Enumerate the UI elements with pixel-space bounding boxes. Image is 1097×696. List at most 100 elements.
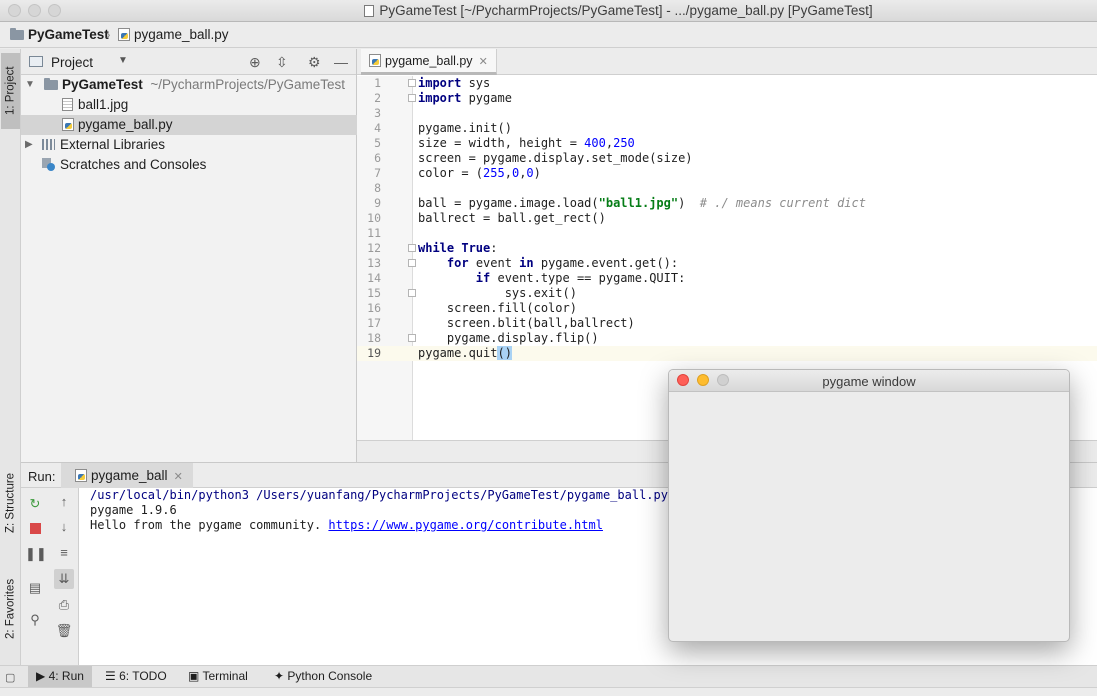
code-line[interactable]: 7 color = (255,0,0)	[357, 166, 1097, 181]
run-triangle-icon: ▶	[36, 669, 46, 683]
python-file-icon	[75, 469, 87, 482]
tree-item-ball1-jpg[interactable]: ball1.jpg	[21, 95, 357, 115]
bottom-tab-todo[interactable]: ☰ 6: TODO	[97, 666, 175, 687]
code-line[interactable]: 16 screen.fill(color)	[357, 301, 1097, 316]
scratches-icon	[42, 158, 55, 171]
expand-arrow-icon[interactable]: ▶	[25, 135, 33, 155]
favorites-tool-tab[interactable]: 2: Favorites	[1, 569, 20, 649]
fold-marker-icon[interactable]	[408, 289, 416, 297]
window-title-bar: PyGameTest [~/PycharmProjects/PyGameTest…	[0, 0, 1097, 22]
fold-marker-icon[interactable]	[408, 259, 416, 267]
list-icon: ☰	[105, 669, 116, 683]
code-line[interactable]: 4 pygame.init()	[357, 121, 1097, 136]
tool-window-icon[interactable]: ▢	[5, 671, 15, 684]
library-icon	[42, 139, 55, 150]
python-file-icon	[369, 54, 381, 67]
console-version-line: pygame 1.9.6	[90, 503, 177, 517]
tree-item-pygame-ball-py[interactable]: pygame_ball.py	[21, 115, 357, 135]
trash-icon[interactable]: 🗑	[54, 621, 74, 641]
pygame-window-title-bar: pygame window	[669, 370, 1069, 392]
code-line[interactable]: 13 for event in pygame.event.get():	[357, 256, 1097, 271]
project-view-icon	[29, 56, 43, 67]
breadcrumb-separator-icon: ›	[106, 27, 111, 42]
window-title: PyGameTest [~/PycharmProjects/PyGameTest…	[0, 3, 1097, 18]
layout-icon[interactable]: ▤	[25, 578, 45, 598]
document-icon	[364, 5, 375, 17]
root-name: PyGameTest	[62, 77, 143, 92]
tree-item-root[interactable]: ▼ PyGameTest ~/PycharmProjects/PyGameTes…	[21, 75, 357, 95]
code-line[interactable]: 11	[357, 226, 1097, 241]
code-line[interactable]: 8	[357, 181, 1097, 196]
gear-icon[interactable]: ⚙	[308, 54, 321, 71]
pygame-window-title: pygame window	[822, 374, 916, 389]
run-tab-pygame-ball[interactable]: pygame_ball ✕	[61, 463, 193, 488]
locate-file-icon[interactable]: ⊕	[249, 54, 261, 71]
close-tab-icon[interactable]: ✕	[479, 56, 488, 68]
code-line[interactable]: 17 screen.blit(ball,ballrect)	[357, 316, 1097, 331]
scroll-down-icon[interactable]: ↓	[54, 517, 74, 537]
project-tool-tab[interactable]: 1: Project	[1, 53, 20, 129]
pygame-canvas[interactable]	[669, 392, 1069, 641]
code-line-current[interactable]: 19 pygame.quit()	[357, 346, 1097, 361]
terminal-icon: ▣	[188, 669, 200, 683]
folder-icon	[44, 78, 58, 90]
collapse-all-icon[interactable]: ⇳	[276, 54, 288, 71]
scroll-to-end-icon[interactable]: ⇊	[54, 569, 74, 589]
contribute-link[interactable]: https://www.pygame.org/contribute.html	[328, 518, 603, 532]
code-line[interactable]: 9 ball = pygame.image.load("ball1.jpg") #…	[357, 196, 1097, 211]
expand-arrow-icon[interactable]: ▼	[25, 75, 35, 95]
fold-marker-icon[interactable]	[408, 94, 416, 102]
hide-panel-icon[interactable]: —	[334, 54, 348, 70]
run-label: Run:	[28, 469, 56, 484]
pause-icon[interactable]: ❚❚	[25, 544, 47, 564]
console-command-line: /usr/local/bin/python3 /Users/yuanfang/P…	[90, 488, 668, 502]
print-icon[interactable]: ⎙	[54, 595, 74, 615]
python-file-icon	[62, 118, 74, 131]
root-path: ~/PycharmProjects/PyGameTest	[150, 77, 346, 92]
fold-marker-icon[interactable]	[408, 334, 416, 342]
left-tool-stripe: 1: Project Z: Structure 2: Favorites	[0, 49, 21, 665]
editor-tab-bar: pygame_ball.py ✕	[357, 49, 1097, 75]
code-line[interactable]: 6 screen = pygame.display.set_mode(size)	[357, 151, 1097, 166]
pygame-window[interactable]: pygame window	[668, 369, 1070, 642]
project-panel: Project ▼ ⊕ ⇳ ⚙ — ▼ PyGameTest ~/Pycharm…	[21, 49, 357, 462]
code-line[interactable]: 5 size = width, height = 400,250	[357, 136, 1097, 151]
navigation-bar: PyGameTest › pygame_ball.py	[0, 22, 1097, 48]
project-view-selector[interactable]: Project	[51, 55, 93, 70]
structure-tool-tab[interactable]: Z: Structure	[1, 467, 20, 539]
code-line[interactable]: 14 if event.type == pygame.QUIT:	[357, 271, 1097, 286]
fold-marker-icon[interactable]	[408, 79, 416, 87]
tree-item-scratches[interactable]: Scratches and Consoles	[21, 155, 357, 175]
code-line[interactable]: 2 import pygame	[357, 91, 1097, 106]
run-toolbar: ↻ ❚❚ ▤ ⚲ ↑ ↓ ≡ ⇊ ⎙ 🗑	[21, 488, 79, 665]
code-line[interactable]: 15 sys.exit()	[357, 286, 1097, 301]
chevron-down-icon[interactable]: ▼	[118, 55, 128, 66]
bottom-tool-bar: ▢ ▶ 4: Run ☰ 6: TODO ▣ Terminal ✦ Python…	[0, 665, 1097, 687]
python-icon: ✦	[274, 669, 285, 683]
bottom-tab-terminal[interactable]: ▣ Terminal	[180, 666, 256, 687]
fold-marker-icon[interactable]	[408, 244, 416, 252]
bottom-tab-python-console[interactable]: ✦ Python Console	[266, 666, 380, 687]
python-file-icon	[118, 28, 130, 41]
tree-item-external-libraries[interactable]: ▶ External Libraries	[21, 135, 357, 155]
console-hello-line: Hello from the pygame community. https:/…	[90, 518, 603, 532]
stop-icon[interactable]	[25, 519, 45, 539]
breadcrumb-project[interactable]: PyGameTest	[10, 27, 109, 42]
image-file-icon	[62, 98, 73, 111]
status-bar	[0, 687, 1097, 696]
code-line[interactable]: 10 ballrect = ball.get_rect()	[357, 211, 1097, 226]
soft-wrap-icon[interactable]: ≡	[54, 543, 74, 563]
editor-tab-pygame-ball[interactable]: pygame_ball.py ✕	[361, 49, 497, 75]
close-tab-icon[interactable]: ✕	[174, 471, 183, 483]
code-line[interactable]: 18 pygame.display.flip()	[357, 331, 1097, 346]
code-line[interactable]: 1 import sys	[357, 76, 1097, 91]
breadcrumb-file[interactable]: pygame_ball.py	[118, 27, 229, 42]
folder-icon	[10, 28, 24, 40]
scroll-up-icon[interactable]: ↑	[54, 492, 74, 512]
project-panel-header: Project ▼ ⊕ ⇳ ⚙ —	[21, 49, 356, 75]
pin-icon[interactable]: ⚲	[25, 610, 45, 630]
rerun-icon[interactable]: ↻	[25, 494, 45, 514]
code-line[interactable]: 3	[357, 106, 1097, 121]
code-line[interactable]: 12 while True:	[357, 241, 1097, 256]
bottom-tab-run[interactable]: ▶ 4: Run	[28, 666, 92, 687]
